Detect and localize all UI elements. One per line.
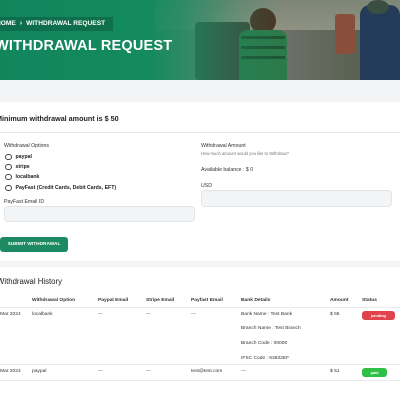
page-banner: HOME›WITHDRAWAL REQUEST WITHDRAWAL REQUE… xyxy=(0,0,400,80)
cell-payfast: test@test.com xyxy=(191,369,223,374)
cell-branch-code: Branch Code : 00000 xyxy=(241,341,288,346)
col-payfast-email: Payfast Email xyxy=(191,298,223,303)
minimum-amount-text: Minimum withdrawal amount is $ 50 xyxy=(0,114,119,123)
cell-date: Mar 2024 xyxy=(0,312,21,317)
radio-button[interactable] xyxy=(5,153,12,161)
option-payfast[interactable]: PayFast (Credit Cards, Debit Cards, EFT) xyxy=(5,184,116,192)
option-label: paypal xyxy=(15,154,32,160)
withdrawal-history-title: Withdrawal History xyxy=(0,277,62,286)
option-label: localbank xyxy=(15,174,40,180)
row-divider xyxy=(0,380,400,381)
row-divider xyxy=(0,364,400,365)
cell-paypal: --- xyxy=(98,312,103,317)
col-paypal-email: Paypal Email xyxy=(98,298,129,303)
page-title: WITHDRAWAL REQUEST xyxy=(0,38,173,54)
breadcrumb: HOME›WITHDRAWAL REQUEST xyxy=(0,17,114,31)
col-status: Status xyxy=(362,298,377,303)
col-stripe-email: Stripe Email xyxy=(146,298,175,303)
col-bank-details: Bank Details xyxy=(241,298,271,303)
option-label: stripe xyxy=(15,164,30,170)
cell-stripe: --- xyxy=(146,369,151,374)
currency-label: USD xyxy=(201,183,212,189)
radio-button[interactable] xyxy=(5,173,12,181)
breadcrumb-home[interactable]: HOME xyxy=(0,17,16,31)
option-label: PayFast (Credit Cards, Debit Cards, EFT) xyxy=(15,185,117,191)
option-paypal[interactable]: paypal xyxy=(5,153,32,161)
cell-date: Mar 2024 xyxy=(0,369,21,374)
submit-withdrawal-button[interactable]: SUBMIT WITHDRAWAL xyxy=(0,237,68,252)
radio-button[interactable] xyxy=(5,184,12,192)
payfast-email-input[interactable] xyxy=(4,206,195,222)
col-amount: Amount xyxy=(330,298,349,303)
option-localbank[interactable]: localbank xyxy=(5,173,39,181)
cell-payfast: --- xyxy=(191,312,196,317)
cell-bank-details: --- xyxy=(241,369,246,374)
cell-paypal: --- xyxy=(98,369,103,374)
breadcrumb-current: WITHDRAWAL REQUEST xyxy=(26,20,106,27)
breadcrumb-separator: › xyxy=(19,20,23,27)
col-withdrawal-option: Withdrawal Option xyxy=(32,298,76,303)
withdrawal-amount-label: Withdrawal Amount xyxy=(201,143,246,149)
cell-branch-name: Branch Name : Test Branch xyxy=(241,326,301,331)
radio-button[interactable] xyxy=(5,163,12,171)
available-balance: Available balance : $ 0 xyxy=(201,167,254,173)
cell-bank-name: Bank Name : Test Bank xyxy=(241,312,293,317)
cell-ifsc-code: IFSC Code : 63632EF xyxy=(241,356,290,361)
withdrawal-amount-input[interactable] xyxy=(201,190,392,207)
header-divider xyxy=(0,307,400,308)
cell-option: localbank xyxy=(32,312,53,317)
cell-amount: $ 51 xyxy=(330,369,340,374)
cell-option: paypal xyxy=(32,369,47,374)
cell-stripe: --- xyxy=(146,312,151,317)
status-badge: pending xyxy=(362,311,395,320)
cell-amount: $ 55 xyxy=(330,312,340,317)
status-badge: paid xyxy=(362,368,387,377)
option-stripe[interactable]: stripe xyxy=(5,163,30,171)
withdrawal-amount-hint: How much amount would you like to Withdr… xyxy=(201,151,289,156)
payfast-email-label: PayFast Email ID xyxy=(4,199,45,205)
withdrawal-options-label: Withdrawal Options xyxy=(4,143,49,149)
